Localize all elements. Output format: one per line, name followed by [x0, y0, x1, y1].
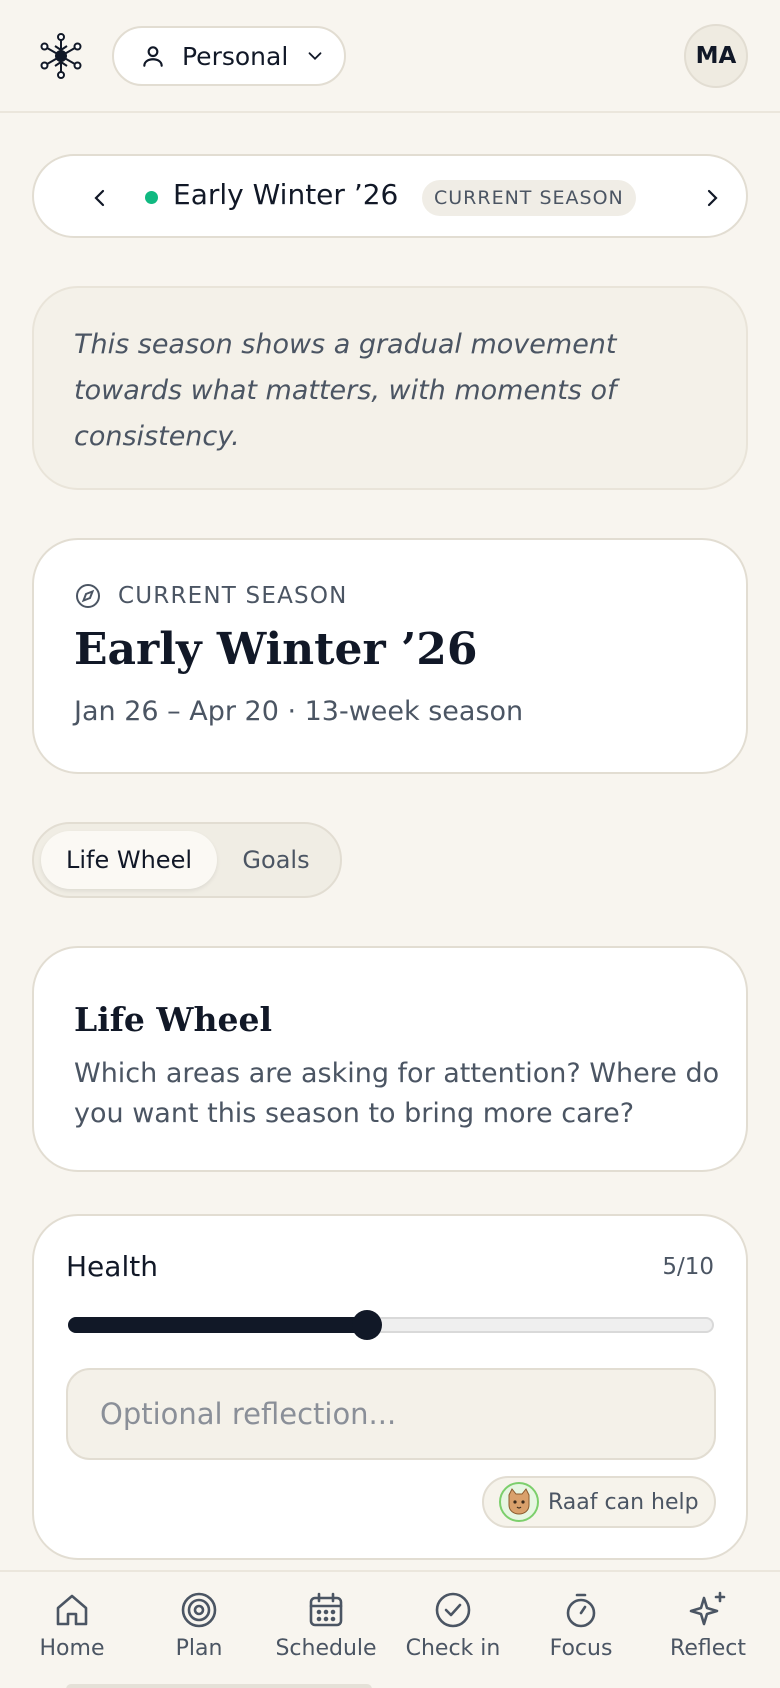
nav-home-label: Home — [39, 1636, 105, 1661]
nav-plan-label: Plan — [175, 1636, 223, 1661]
area-score: 5/10 — [662, 1254, 714, 1280]
season-status-dot — [145, 191, 158, 204]
view-tabs: Life Wheel Goals — [32, 822, 342, 898]
life-wheel-intro-card: Life Wheel Which areas are asking for at… — [32, 946, 748, 1172]
user-icon — [143, 46, 163, 67]
home-indicator — [66, 1684, 372, 1688]
nav-check-in[interactable]: Check in — [388, 1590, 518, 1661]
current-season-card: CURRENT SEASON Early Winter ’26 Jan 26 –… — [32, 538, 748, 774]
season-selector: Early Winter ’26 CURRENT SEASON — [32, 154, 748, 238]
area-label: Health — [66, 1250, 158, 1283]
profile-label: Personal — [182, 41, 289, 71]
current-season-dates: Jan 26 – Apr 20 · 13-week season — [74, 696, 524, 727]
slider-fill — [68, 1317, 367, 1333]
sparkles-icon — [689, 1591, 726, 1626]
home-icon — [56, 1594, 88, 1626]
nav-check-in-label: Check in — [405, 1636, 501, 1661]
raaf-help-button[interactable]: Raaf can help — [482, 1476, 716, 1528]
nav-reflect[interactable]: Reflect — [643, 1590, 773, 1661]
avatar-initials: MA — [695, 43, 737, 69]
health-area-card: Health 5/10 Raaf can help — [32, 1214, 748, 1560]
life-wheel-title: Life Wheel — [74, 1000, 272, 1039]
calendar-icon — [309, 1592, 343, 1627]
nav-schedule[interactable]: Schedule — [261, 1590, 391, 1661]
health-slider[interactable] — [68, 1310, 714, 1340]
profile-switcher-button[interactable]: Personal — [112, 26, 346, 86]
nav-schedule-label: Schedule — [275, 1636, 377, 1661]
snowflake-icon[interactable] — [38, 33, 84, 79]
nav-reflect-label: Reflect — [670, 1636, 746, 1661]
raaf-help-label: Raaf can help — [548, 1489, 699, 1515]
nav-focus-label: Focus — [549, 1636, 613, 1661]
stopwatch-icon — [566, 1593, 596, 1628]
avatar[interactable]: MA — [684, 24, 748, 88]
cat-icon — [499, 1482, 539, 1522]
target-icon — [181, 1592, 217, 1628]
current-season-title: Early Winter ’26 — [74, 624, 478, 675]
chevron-down-icon — [308, 52, 322, 61]
season-insight-text: This season shows a gradual movement tow… — [74, 329, 617, 452]
slider-thumb[interactable] — [352, 1310, 382, 1340]
season-insight-card: This season shows a gradual movement tow… — [32, 286, 748, 490]
season-name: Early Winter ’26 — [173, 178, 399, 211]
compass-icon — [76, 584, 100, 608]
reflection-input[interactable] — [66, 1368, 716, 1460]
current-season-label-row: CURRENT SEASON — [74, 582, 348, 610]
chevron-right-icon — [707, 189, 718, 207]
app-screen: Personal MA Early Winter ’26 CURRENT SEA… — [0, 0, 780, 1688]
nav-focus[interactable]: Focus — [516, 1590, 646, 1661]
tab-life-wheel[interactable]: Life Wheel — [41, 831, 217, 889]
nav-plan[interactable]: Plan — [134, 1590, 264, 1661]
previous-season-button[interactable] — [78, 176, 122, 220]
life-wheel-description: Which areas are asking for attention? Wh… — [74, 1058, 720, 1129]
bottom-navigation: Home Plan Schedule Check in Focus Reflec… — [0, 1570, 780, 1688]
chevron-left-icon — [94, 189, 105, 207]
next-season-button[interactable] — [690, 176, 734, 220]
tab-goals[interactable]: Goals — [222, 831, 330, 889]
check-circle-icon — [435, 1592, 471, 1628]
current-season-label: CURRENT SEASON — [118, 583, 348, 609]
nav-home[interactable]: Home — [7, 1590, 137, 1661]
top-bar: Personal MA — [0, 0, 780, 113]
current-season-badge: CURRENT SEASON — [422, 180, 636, 216]
